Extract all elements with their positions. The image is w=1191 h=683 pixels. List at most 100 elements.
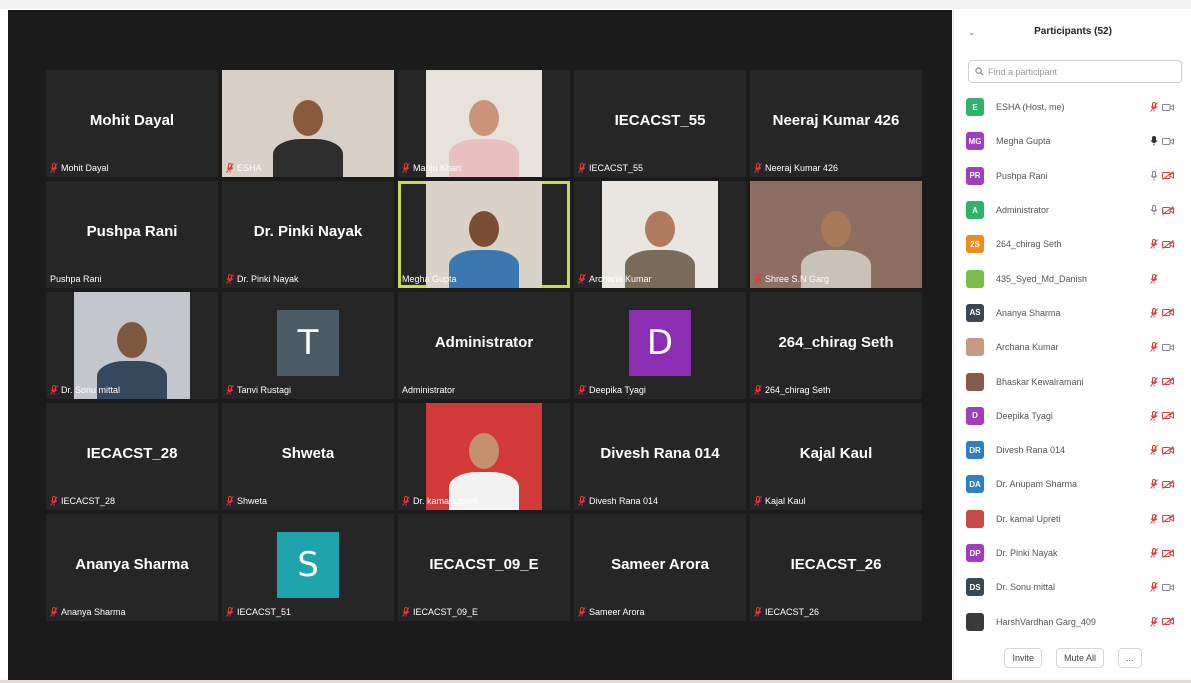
tile-label-text: Divesh Rana 014	[589, 496, 659, 506]
video-off-icon[interactable]	[1162, 617, 1174, 626]
invite-button[interactable]: Invite	[1004, 648, 1042, 668]
tile-label-text: Dr. Sonu mittal	[61, 385, 121, 395]
participant-tile[interactable]: Dr. Pinki Nayak Dr. Pinki Nayak	[222, 181, 394, 288]
participant-tile[interactable]: T Tanvi Rustagi	[222, 292, 394, 399]
search-icon	[975, 67, 984, 76]
participant-tile[interactable]: Dr. Sonu mittal	[46, 292, 218, 399]
video-off-icon[interactable]	[1162, 308, 1174, 318]
muted-mic-icon	[50, 607, 58, 617]
participant-tile[interactable]: Dr. kamal Upreti	[398, 403, 570, 510]
video-off-icon[interactable]	[1162, 514, 1174, 524]
tile-display-name: Dr. Pinki Nayak	[253, 223, 363, 240]
video-off-icon[interactable]	[1162, 445, 1174, 455]
participant-name: Dr. Pinki Nayak	[996, 548, 1058, 558]
participant-avatar	[966, 612, 984, 631]
search-participant-input[interactable]: Find a participant	[968, 60, 1182, 83]
muted-mic-icon[interactable]	[1150, 582, 1158, 593]
muted-mic-icon[interactable]	[1150, 307, 1158, 318]
tile-display-name: Divesh Rana 014	[600, 445, 720, 462]
mute-all-button[interactable]: Mute All	[1055, 648, 1104, 668]
participant-row[interactable]: D Deepika Tyagi	[966, 399, 1184, 433]
participant-tile[interactable]: Administrator Administrator	[398, 292, 570, 399]
video-off-icon[interactable]	[1162, 377, 1174, 386]
video-off-icon[interactable]	[1162, 205, 1174, 215]
participant-row[interactable]: HarshVardhan Garg_409	[966, 604, 1184, 638]
muted-mic-icon[interactable]	[1150, 342, 1158, 353]
video-grid: Mohit Dayal Mohit Dayal ESHA Manju Khari IEC…	[46, 70, 922, 621]
participant-row[interactable]: A Administrator	[966, 193, 1184, 227]
video-camera-icon[interactable]	[1162, 583, 1174, 592]
participant-row[interactable]: Dr. kamal Upreti	[966, 502, 1184, 536]
participant-status-icons	[1150, 136, 1174, 146]
participant-row[interactable]: Bhaskar Kewalramani	[966, 364, 1184, 398]
muted-mic-icon[interactable]	[1150, 445, 1158, 455]
participant-tile[interactable]: Kajal Kaul Kajal Kaul	[750, 403, 922, 510]
muted-mic-icon[interactable]	[1150, 102, 1158, 112]
participant-tile[interactable]: Pushpa Rani Pushpa Rani	[46, 181, 218, 288]
tile-name-label: Dr. Sonu mittal	[50, 385, 120, 395]
participant-row[interactable]: Archana Kumar	[966, 330, 1184, 364]
participant-row[interactable]: E ESHA (Host, me)	[966, 90, 1184, 124]
participant-tile[interactable]: D Deepika Tyagi	[574, 292, 746, 399]
tile-label-text: Sameer Arora	[589, 607, 645, 617]
gallery-view: Mohit Dayal Mohit Dayal ESHA Manju Khari IEC…	[8, 10, 952, 680]
participant-tile[interactable]: 264_chirag Seth 264_chirag Seth	[750, 292, 922, 399]
video-off-icon[interactable]	[1162, 239, 1174, 249]
participant-tile[interactable]: IECACST_26 IECACST_26	[750, 514, 922, 621]
tile-label-text: IECACST_51	[237, 607, 292, 617]
participant-tile[interactable]: S IECACST_51	[222, 514, 394, 621]
muted-mic-icon	[578, 607, 586, 617]
participant-row[interactable]: AS Ananya Sharma	[966, 296, 1184, 330]
participant-tile[interactable]: IECACST_28 IECACST_28	[46, 403, 218, 510]
participant-tile[interactable]: Ananya Sharma Ananya Sharma	[46, 514, 218, 621]
participant-row[interactable]: DR Divesh Rana 014	[966, 433, 1184, 467]
participant-tile[interactable]: IECACST_09_E IECACST_09_E	[398, 514, 570, 621]
participant-row[interactable]: DP Dr. Pinki Nayak	[966, 536, 1184, 570]
participant-row[interactable]: 435_Syed_Md_Danish	[966, 261, 1184, 295]
video-off-icon[interactable]	[1162, 548, 1174, 558]
video-off-icon[interactable]	[1162, 171, 1174, 181]
participant-tile[interactable]: Manju Khari	[398, 70, 570, 177]
tile-name-label: IECACST_51	[226, 607, 291, 617]
participant-row[interactable]: DA Dr. Anupam Sharma	[966, 467, 1184, 501]
participant-row[interactable]: MG Megha Gupta	[966, 124, 1184, 158]
muted-mic-icon[interactable]	[1150, 239, 1158, 250]
video-off-icon[interactable]	[1162, 480, 1174, 489]
participant-list: E ESHA (Host, me) MG Megha Gupta PR Pushpa Ra…	[966, 90, 1184, 639]
participant-tile[interactable]: Neeraj Kumar 426 Neeraj Kumar 426	[750, 70, 922, 177]
mic-icon[interactable]	[1150, 205, 1158, 215]
participant-tile[interactable]: Megha Gupta	[398, 181, 570, 288]
muted-mic-icon[interactable]	[1150, 376, 1158, 387]
participant-tile[interactable]: Sameer Arora Sameer Arora	[574, 514, 746, 621]
participant-tile[interactable]: Shweta Shweta	[222, 403, 394, 510]
muted-mic-icon[interactable]	[1150, 548, 1158, 558]
participant-row[interactable]: DS Dr. Sonu mittal	[966, 570, 1184, 604]
participant-tile[interactable]: ESHA	[222, 70, 394, 177]
muted-mic-icon[interactable]	[1150, 479, 1158, 490]
participant-row[interactable]: PR Pushpa Rani	[966, 159, 1184, 193]
video-off-icon[interactable]	[1162, 411, 1174, 421]
participant-tile[interactable]: Archana Kumar	[574, 181, 746, 288]
video-camera-icon[interactable]	[1162, 103, 1174, 112]
participant-name: Megha Gupta	[996, 136, 1051, 147]
participant-row[interactable]: 2S 264_chirag Seth	[966, 227, 1184, 261]
muted-mic-icon	[754, 163, 762, 173]
person-head	[293, 100, 323, 136]
video-camera-icon[interactable]	[1162, 343, 1174, 352]
tile-name-label: Administrator	[402, 385, 455, 395]
muted-mic-icon[interactable]	[1150, 513, 1158, 524]
more-options-button[interactable]: ...	[1118, 648, 1142, 668]
mic-icon[interactable]	[1150, 136, 1158, 146]
mic-icon[interactable]	[1150, 170, 1158, 181]
muted-mic-icon[interactable]	[1150, 616, 1158, 627]
participant-tile[interactable]: Shree S.N Garg	[750, 181, 922, 288]
muted-mic-icon[interactable]	[1150, 410, 1158, 421]
video-camera-icon[interactable]	[1162, 137, 1174, 146]
participant-tile[interactable]: IECACST_55 IECACST_55	[574, 70, 746, 177]
participant-tile[interactable]: Divesh Rana 014 Divesh Rana 014	[574, 403, 746, 510]
participant-name: HarshVardhan Garg_409	[996, 616, 1096, 627]
participant-status-icons	[1150, 273, 1174, 284]
participant-tile[interactable]: Mohit Dayal Mohit Dayal	[46, 70, 218, 177]
muted-mic-icon[interactable]	[1150, 273, 1158, 284]
participant-name: 435_Syed_Md_Danish	[996, 273, 1088, 284]
